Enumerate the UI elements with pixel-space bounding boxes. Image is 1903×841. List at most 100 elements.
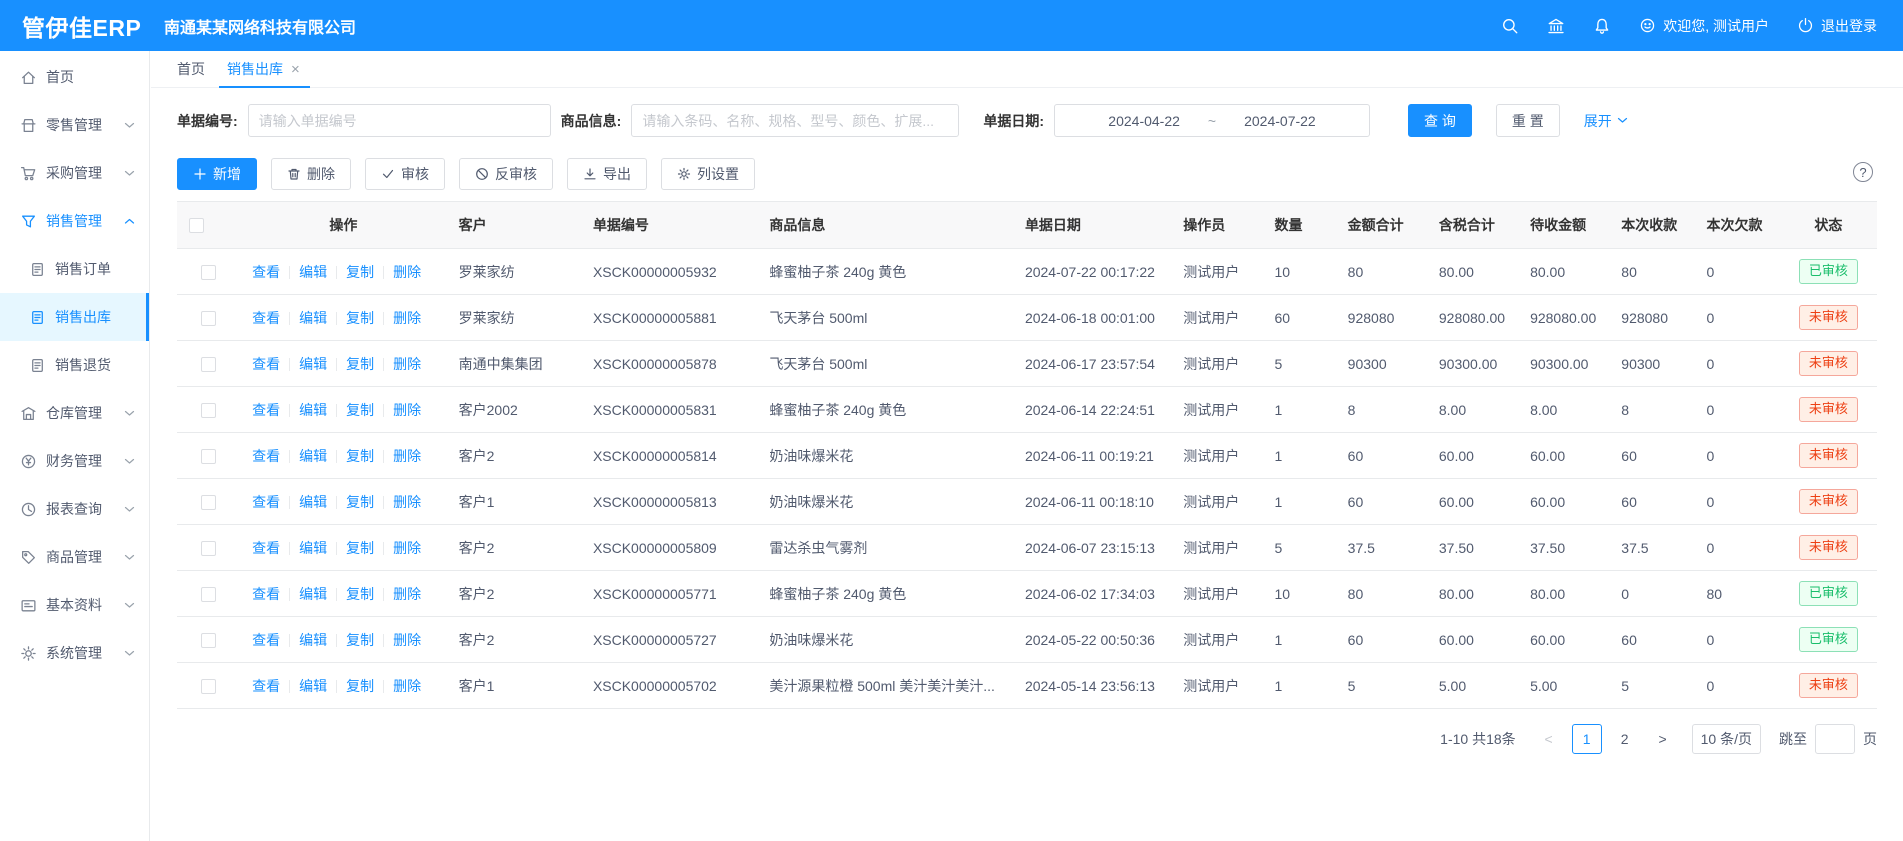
row-action-copy[interactable]: 复制 bbox=[346, 678, 374, 694]
next-page-button[interactable]: > bbox=[1648, 724, 1678, 754]
row-action-edit[interactable]: 编辑 bbox=[299, 448, 327, 464]
jump-page-input[interactable] bbox=[1815, 724, 1855, 754]
row-action-copy[interactable]: 复制 bbox=[346, 632, 374, 648]
cell-owed: 0 bbox=[1694, 663, 1779, 709]
row-action-edit[interactable]: 编辑 bbox=[299, 632, 327, 648]
welcome-user[interactable]: 欢迎您, 测试用户 bbox=[1639, 16, 1769, 36]
sidebar-item-sales-outbound[interactable]: 销售出库 bbox=[0, 293, 149, 341]
row-checkbox[interactable] bbox=[201, 541, 216, 556]
row-action-delete[interactable]: 删除 bbox=[393, 402, 421, 418]
export-button[interactable]: 导出 bbox=[567, 158, 647, 190]
page-button-2[interactable]: 2 bbox=[1610, 724, 1640, 754]
select-all-checkbox[interactable] bbox=[189, 218, 204, 233]
row-action-delete[interactable]: 删除 bbox=[393, 540, 421, 556]
date-range-picker[interactable]: 2024-04-22 ~ 2024-07-22 bbox=[1054, 104, 1370, 137]
row-action-copy[interactable]: 复制 bbox=[346, 540, 374, 556]
row-action-view[interactable]: 查看 bbox=[252, 540, 280, 556]
sidebar-item-home[interactable]: 首页 bbox=[0, 53, 149, 101]
add-label: 新增 bbox=[213, 164, 241, 184]
row-action-view[interactable]: 查看 bbox=[252, 310, 280, 326]
row-action-copy[interactable]: 复制 bbox=[346, 402, 374, 418]
row-action-copy[interactable]: 复制 bbox=[346, 586, 374, 602]
row-action-edit[interactable]: 编辑 bbox=[299, 540, 327, 556]
row-checkbox[interactable] bbox=[201, 495, 216, 510]
search-icon[interactable] bbox=[1501, 17, 1519, 35]
row-action-delete[interactable]: 删除 bbox=[393, 586, 421, 602]
page-size-select[interactable]: 10 条/页 bbox=[1692, 724, 1761, 754]
row-action-edit[interactable]: 编辑 bbox=[299, 310, 327, 326]
row-action-copy[interactable]: 复制 bbox=[346, 448, 374, 464]
row-action-copy[interactable]: 复制 bbox=[346, 264, 374, 280]
row-action-edit[interactable]: 编辑 bbox=[299, 494, 327, 510]
row-action-delete[interactable]: 删除 bbox=[393, 494, 421, 510]
tab-home[interactable]: 首页 bbox=[177, 51, 205, 87]
row-action-view[interactable]: 查看 bbox=[252, 264, 280, 280]
cell-owed: 0 bbox=[1694, 295, 1779, 341]
logout-button[interactable]: 退出登录 bbox=[1797, 16, 1877, 36]
row-action-view[interactable]: 查看 bbox=[252, 402, 280, 418]
unaudit-button[interactable]: 反审核 bbox=[459, 158, 553, 190]
row-checkbox[interactable] bbox=[201, 403, 216, 418]
row-action-delete[interactable]: 删除 bbox=[393, 310, 421, 326]
search-button[interactable]: 查 询 bbox=[1408, 104, 1472, 137]
order-no-input[interactable] bbox=[248, 104, 551, 137]
cell-amount: 8 bbox=[1336, 387, 1427, 433]
sidebar-item-sales[interactable]: 销售管理 bbox=[0, 197, 149, 245]
row-checkbox[interactable] bbox=[201, 357, 216, 372]
row-action-view[interactable]: 查看 bbox=[252, 494, 280, 510]
expand-link[interactable]: 展开 bbox=[1584, 111, 1628, 131]
sidebar-item-basic[interactable]: 基本资料 bbox=[0, 581, 149, 629]
row-checkbox[interactable] bbox=[201, 633, 216, 648]
add-button[interactable]: 新增 bbox=[177, 158, 257, 190]
action-divider bbox=[336, 450, 337, 463]
row-action-delete[interactable]: 删除 bbox=[393, 678, 421, 694]
row-action-delete[interactable]: 删除 bbox=[393, 632, 421, 648]
product-info-input[interactable] bbox=[631, 104, 959, 137]
sidebar-item-sales-return[interactable]: 销售退货 bbox=[0, 341, 149, 389]
row-action-view[interactable]: 查看 bbox=[252, 678, 280, 694]
row-action-delete[interactable]: 删除 bbox=[393, 448, 421, 464]
row-action-edit[interactable]: 编辑 bbox=[299, 586, 327, 602]
prev-page-button[interactable]: < bbox=[1534, 724, 1564, 754]
sidebar-item-system[interactable]: 系统管理 bbox=[0, 629, 149, 677]
sidebar-item-product[interactable]: 商品管理 bbox=[0, 533, 149, 581]
sidebar-item-purchase[interactable]: 采购管理 bbox=[0, 149, 149, 197]
row-checkbox[interactable] bbox=[201, 449, 216, 464]
status-badge: 已审核 bbox=[1799, 259, 1858, 283]
page-button-1[interactable]: 1 bbox=[1572, 724, 1602, 754]
reset-button[interactable]: 重 置 bbox=[1496, 104, 1560, 137]
row-checkbox[interactable] bbox=[201, 587, 216, 602]
audit-button[interactable]: 审核 bbox=[365, 158, 445, 190]
row-action-view[interactable]: 查看 bbox=[252, 448, 280, 464]
row-checkbox[interactable] bbox=[201, 265, 216, 280]
close-tab-icon[interactable]: × bbox=[291, 62, 300, 77]
row-action-delete[interactable]: 删除 bbox=[393, 264, 421, 280]
row-action-copy[interactable]: 复制 bbox=[346, 494, 374, 510]
row-action-view[interactable]: 查看 bbox=[252, 586, 280, 602]
row-action-edit[interactable]: 编辑 bbox=[299, 356, 327, 372]
sidebar-item-sales-order[interactable]: 销售订单 bbox=[0, 245, 149, 293]
sidebar-item-finance[interactable]: 财务管理 bbox=[0, 437, 149, 485]
home-dashboard-icon[interactable] bbox=[1547, 17, 1565, 35]
row-action-delete[interactable]: 删除 bbox=[393, 356, 421, 372]
sidebar-item-report[interactable]: 报表查询 bbox=[0, 485, 149, 533]
action-divider bbox=[336, 312, 337, 325]
row-action-copy[interactable]: 复制 bbox=[346, 310, 374, 326]
row-checkbox[interactable] bbox=[201, 311, 216, 326]
sidebar-item-retail[interactable]: 零售管理 bbox=[0, 101, 149, 149]
sidebar-item-label: 销售订单 bbox=[55, 259, 135, 279]
row-action-edit[interactable]: 编辑 bbox=[299, 264, 327, 280]
tab-sales-outbound[interactable]: 销售出库 × bbox=[227, 51, 300, 87]
help-icon[interactable]: ? bbox=[1853, 162, 1873, 182]
row-action-edit[interactable]: 编辑 bbox=[299, 678, 327, 694]
sidebar-item-warehouse[interactable]: 仓库管理 bbox=[0, 389, 149, 437]
row-checkbox[interactable] bbox=[201, 679, 216, 694]
row-action-edit[interactable]: 编辑 bbox=[299, 402, 327, 418]
column-settings-button[interactable]: 列设置 bbox=[661, 158, 755, 190]
row-action-view[interactable]: 查看 bbox=[252, 632, 280, 648]
row-action-copy[interactable]: 复制 bbox=[346, 356, 374, 372]
cell-owed: 80 bbox=[1694, 571, 1779, 617]
row-action-view[interactable]: 查看 bbox=[252, 356, 280, 372]
notification-bell-icon[interactable] bbox=[1593, 17, 1611, 35]
delete-button[interactable]: 删除 bbox=[271, 158, 351, 190]
